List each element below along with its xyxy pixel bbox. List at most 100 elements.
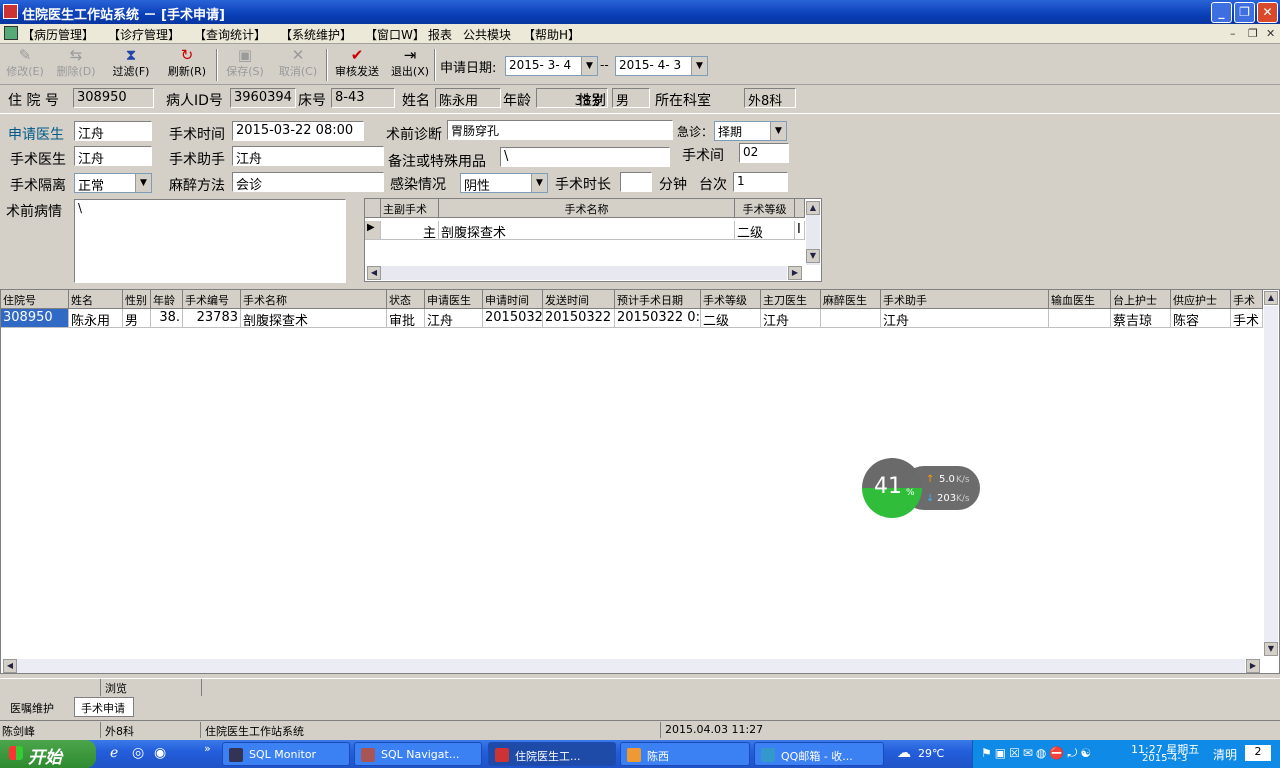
browser-icon[interactable]: ◎ — [132, 745, 144, 761]
date-from-select[interactable]: 2015- 3- 4 ▼ — [505, 56, 598, 76]
table-cell[interactable]: 二级 — [701, 309, 761, 328]
exit-button[interactable]: ⇥ 退出(X) — [388, 47, 432, 79]
menu-medical-records[interactable]: 【病历管理】 — [22, 26, 94, 43]
task-qq-mail[interactable]: QQ邮箱 - 收... — [754, 742, 884, 766]
col-header-op-name[interactable]: 手术名称 — [439, 199, 735, 218]
grid-cell[interactable]: 二级 — [735, 221, 795, 240]
sex-field[interactable]: 男 — [612, 88, 650, 108]
op-time-field[interactable]: 2015-03-22 08:00 — [232, 121, 364, 141]
col-header[interactable]: 手术等级 — [701, 290, 761, 309]
scroll-right-icon[interactable]: ▶ — [788, 266, 802, 280]
scroll-up-icon[interactable]: ▲ — [1264, 291, 1278, 305]
table-cell[interactable]: 陈永用 — [69, 309, 123, 328]
table-cell[interactable]: 手术 — [1231, 309, 1263, 328]
table-cell[interactable]: 38. — [151, 309, 183, 328]
col-header[interactable]: 手术名称 — [241, 290, 387, 309]
save-button[interactable]: ▣ 保存(S) — [222, 47, 268, 79]
col-header-op-level[interactable]: 手术等级 — [735, 199, 795, 218]
col-header[interactable]: 申请时间 — [483, 290, 543, 309]
close-button[interactable]: ✕ — [1257, 2, 1278, 23]
chevron-down-icon[interactable]: ▼ — [135, 174, 151, 192]
bed-field[interactable]: 8-43 — [331, 88, 395, 108]
chevron-down-icon[interactable]: ▼ — [531, 174, 547, 192]
col-header[interactable]: 手术编号 — [183, 290, 241, 309]
chevron-down-icon[interactable]: ▼ — [581, 57, 597, 75]
patient-id-field[interactable]: 3960394 — [230, 88, 296, 108]
grid-cell[interactable]: I — [795, 221, 805, 240]
menu-public-module[interactable]: 公共模块 — [463, 26, 511, 43]
dept-field[interactable]: 外8科 — [744, 88, 796, 108]
table-cell[interactable]: 审批 — [387, 309, 425, 328]
filter-button[interactable]: ⧗ 过滤(F) — [108, 47, 154, 79]
cancel-button[interactable]: ✕ 取消(C) — [275, 47, 321, 79]
table-cell[interactable] — [1049, 309, 1111, 328]
menu-system-maintenance[interactable]: 【系统维护】 — [280, 26, 352, 43]
table-cell[interactable] — [821, 309, 881, 328]
scroll-up-icon[interactable]: ▲ — [806, 201, 820, 215]
menu-treatment[interactable]: 【诊疗管理】 — [108, 26, 180, 43]
table-cell[interactable]: 20150322 0: — [615, 309, 701, 328]
count-field[interactable]: 1 — [733, 172, 788, 192]
mdi-close-icon[interactable]: ✕ — [1266, 27, 1275, 40]
menu-help[interactable]: 【帮助H】 — [523, 26, 580, 43]
restore-button[interactable]: ❐ — [1234, 2, 1255, 23]
menu-window[interactable]: 【窗口W】 — [365, 26, 425, 43]
infection-select[interactable]: 阴性 ▼ — [460, 173, 548, 193]
col-header[interactable]: 姓名 — [69, 290, 123, 309]
delete-button[interactable]: ⇆ 删除(D) — [54, 47, 98, 79]
scroll-right-icon[interactable]: ▶ — [1246, 659, 1260, 673]
col-header[interactable]: 性别 — [123, 290, 151, 309]
col-header[interactable]: 麻醉医生 — [821, 290, 881, 309]
date-to-select[interactable]: 2015- 4- 3 ▼ — [615, 56, 708, 76]
horizontal-scrollbar[interactable] — [17, 659, 1245, 673]
col-header[interactable]: 主刀医生 — [761, 290, 821, 309]
vertical-scrollbar[interactable] — [1264, 306, 1278, 642]
table-cell[interactable]: 剖腹探查术 — [241, 309, 387, 328]
mdi-minimize-icon[interactable]: – — [1230, 27, 1236, 40]
review-send-button[interactable]: ✔ 审核发送 — [332, 47, 382, 79]
table-cell[interactable]: 蔡吉琼 — [1111, 309, 1171, 328]
clock-date[interactable]: 2015-4-3 — [1142, 753, 1187, 764]
table-cell[interactable]: 2015032 — [483, 309, 543, 328]
start-button[interactable]: 开始 — [0, 740, 96, 768]
chevron-down-icon[interactable]: ▼ — [691, 57, 707, 75]
table-cell[interactable]: 江舟 — [881, 309, 1049, 328]
name-field[interactable]: 陈永用 — [435, 88, 501, 108]
mdi-restore-icon[interactable]: ❐ — [1248, 27, 1258, 40]
pre-condition-textarea[interactable]: \ — [74, 199, 346, 283]
pre-diagnosis-field[interactable]: 胃肠穿孔 — [447, 120, 673, 140]
edit-button[interactable]: ✎ 修改(E) — [4, 47, 46, 79]
ie-icon[interactable]: ℯ — [110, 745, 118, 761]
admission-no-field[interactable]: 308950 — [73, 88, 154, 108]
scroll-down-icon[interactable]: ▼ — [1264, 642, 1278, 656]
task-chenxi[interactable]: 陈西 — [620, 742, 750, 766]
quicklaunch-more-icon[interactable]: » — [204, 742, 211, 755]
network-speed-widget[interactable]: 41 % ↑ 5.0 K/s ↓ 203 K/s — [862, 458, 980, 518]
grid-cell[interactable]: 主 — [381, 221, 439, 240]
scroll-left-icon[interactable]: ◀ — [367, 266, 381, 280]
refresh-button[interactable]: ↻ 刷新(R) — [164, 47, 210, 79]
grid-cell[interactable]: 剖腹探查术 — [439, 221, 735, 240]
task-sql-navigator[interactable]: SQL Navigat... — [354, 742, 482, 766]
col-header[interactable]: 输血医生 — [1049, 290, 1111, 309]
table-cell[interactable]: 20150322 — [543, 309, 615, 328]
tab-surgery-application[interactable]: 手术申请 — [74, 697, 134, 717]
scroll-down-icon[interactable]: ▼ — [806, 249, 820, 263]
tray-icons[interactable]: ⚑▣☒✉◍⛔⤾☯ — [981, 746, 1094, 761]
chrome-icon[interactable]: ◉ — [154, 745, 166, 761]
isolation-select[interactable]: 正常 ▼ — [74, 173, 152, 193]
table-cell[interactable]: 陈容 — [1171, 309, 1231, 328]
chevron-down-icon[interactable]: ▼ — [770, 122, 786, 140]
remarks-field[interactable]: \ — [500, 147, 670, 167]
applicant-field[interactable]: 江舟 — [74, 121, 152, 141]
table-cell[interactable]: 308950 — [1, 309, 69, 328]
horizontal-scrollbar[interactable] — [381, 266, 787, 280]
col-header[interactable]: 预计手术日期 — [615, 290, 701, 309]
surgeon-field[interactable]: 江舟 — [74, 146, 152, 166]
assistant-field[interactable]: 江舟 — [232, 146, 384, 166]
col-header[interactable]: 住院号 — [1, 290, 69, 309]
ime-label[interactable]: 清明 — [1213, 746, 1237, 763]
col-header-main-secondary[interactable]: 主副手术 — [381, 199, 439, 218]
table-cell[interactable]: 江舟 — [761, 309, 821, 328]
task-sql-monitor[interactable]: SQL Monitor — [222, 742, 350, 766]
